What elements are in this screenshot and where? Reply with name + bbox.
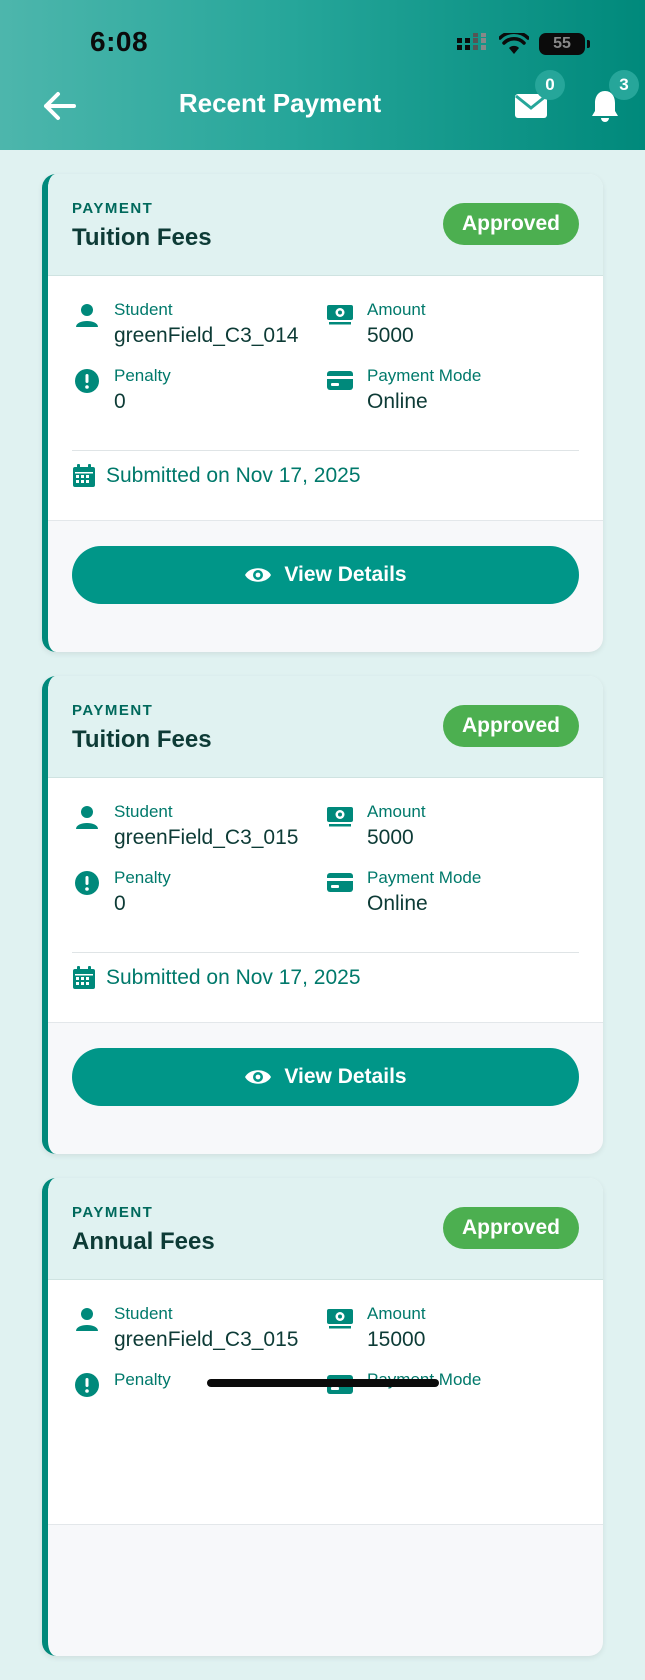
payment-mode-label: Payment Mode xyxy=(367,868,482,887)
messages-button[interactable]: 0 xyxy=(511,70,565,126)
penalty-label: Penalty xyxy=(114,366,171,385)
notification-count-badge: 3 xyxy=(609,70,639,100)
amount-label: Amount xyxy=(367,802,426,821)
payment-kind-label: PAYMENT xyxy=(72,200,154,217)
penalty-label: Penalty xyxy=(114,1370,171,1389)
divider xyxy=(72,450,579,451)
amount-value: 15000 xyxy=(367,1328,426,1351)
penalty-field: Penalty xyxy=(72,1370,171,1402)
payment-mode-value: Online xyxy=(367,390,428,413)
penalty-label: Penalty xyxy=(114,868,171,887)
app-header: 6:08 55 Recent Payment 0 3 xyxy=(0,0,645,150)
submitted-date: Submitted on Nov 17, 2025 xyxy=(72,464,361,488)
penalty-value: 0 xyxy=(114,892,126,915)
home-indicator[interactable] xyxy=(207,1379,439,1387)
alert-circle-icon xyxy=(72,368,102,398)
status-badge: Approved xyxy=(443,705,579,747)
amount-field: Amount 5000 xyxy=(325,300,426,350)
alert-circle-icon xyxy=(72,870,102,900)
credit-card-icon xyxy=(325,870,355,900)
payment-list: PAYMENT Tuition Fees Approved Student gre… xyxy=(42,174,603,1680)
amount-value: 5000 xyxy=(367,324,414,347)
money-icon xyxy=(325,302,355,332)
student-field: Student greenField_C3_015 xyxy=(72,802,298,852)
penalty-field: Penalty 0 xyxy=(72,868,171,918)
payment-mode-field: Payment Mode Online xyxy=(325,868,481,918)
amount-field: Amount 5000 xyxy=(325,802,426,852)
status-badge: Approved xyxy=(443,203,579,245)
payment-card: PAYMENT Tuition Fees Approved Student gre… xyxy=(42,676,603,1154)
calendar-icon xyxy=(73,464,95,487)
fee-title: Tuition Fees xyxy=(72,726,212,753)
person-icon xyxy=(72,1306,102,1336)
calendar-icon xyxy=(73,966,95,989)
student-label: Student xyxy=(114,300,173,319)
mail-count-badge: 0 xyxy=(535,70,565,100)
student-field: Student greenField_C3_015 xyxy=(72,1304,298,1354)
divider xyxy=(72,952,579,953)
student-field: Student greenField_C3_014 xyxy=(72,300,298,350)
submitted-date: Submitted on Nov 17, 2025 xyxy=(72,966,361,990)
view-details-label: View Details xyxy=(284,563,407,586)
penalty-value: 0 xyxy=(114,390,126,413)
amount-label: Amount xyxy=(367,300,426,319)
person-icon xyxy=(72,804,102,834)
wifi-icon xyxy=(499,33,529,54)
card-header: PAYMENT Tuition Fees Approved xyxy=(48,676,603,778)
submitted-text: Submitted on Nov 17, 2025 xyxy=(106,966,361,989)
money-icon xyxy=(325,804,355,834)
card-header: PAYMENT Tuition Fees Approved xyxy=(48,174,603,276)
amount-label: Amount xyxy=(367,1304,426,1323)
eye-icon xyxy=(245,568,272,582)
student-value: greenField_C3_014 xyxy=(114,324,299,347)
student-label: Student xyxy=(114,802,173,821)
fee-title: Annual Fees xyxy=(72,1228,215,1255)
view-details-button[interactable]: View Details xyxy=(72,546,579,604)
penalty-field: Penalty 0 xyxy=(72,366,171,416)
payment-kind-label: PAYMENT xyxy=(72,1204,154,1221)
fee-title: Tuition Fees xyxy=(72,224,212,251)
card-header: PAYMENT Annual Fees Approved xyxy=(48,1178,603,1280)
payment-card: PAYMENT Tuition Fees Approved Student gre… xyxy=(42,174,603,652)
payment-mode-field: Payment Mode Online xyxy=(325,366,481,416)
payment-card: PAYMENT Annual Fees Approved Student gree… xyxy=(42,1178,603,1656)
student-value: greenField_C3_015 xyxy=(114,826,299,849)
battery-level: 55 xyxy=(553,35,571,52)
status-icons: 55 xyxy=(455,31,590,57)
status-badge: Approved xyxy=(443,1207,579,1249)
notifications-button[interactable]: 3 xyxy=(585,70,639,126)
page-title: Recent Payment xyxy=(178,88,382,118)
status-time: 6:08 xyxy=(90,26,149,57)
student-value: greenField_C3_015 xyxy=(114,1328,299,1351)
view-details-button[interactable]: View Details xyxy=(72,1048,579,1106)
money-icon xyxy=(325,1306,355,1336)
amount-value: 5000 xyxy=(367,826,414,849)
payment-kind-label: PAYMENT xyxy=(72,702,154,719)
amount-field: Amount 15000 xyxy=(325,1304,426,1354)
payment-mode-label: Payment Mode xyxy=(367,366,482,385)
student-label: Student xyxy=(114,1304,173,1323)
submitted-text: Submitted on Nov 17, 2025 xyxy=(106,464,361,487)
battery-icon: 55 xyxy=(539,33,590,55)
view-details-label: View Details xyxy=(284,1065,407,1088)
cellular-signal-icon xyxy=(457,33,486,50)
person-icon xyxy=(72,302,102,332)
credit-card-icon xyxy=(325,368,355,398)
eye-icon xyxy=(245,1070,272,1084)
payment-mode-value: Online xyxy=(367,892,428,915)
